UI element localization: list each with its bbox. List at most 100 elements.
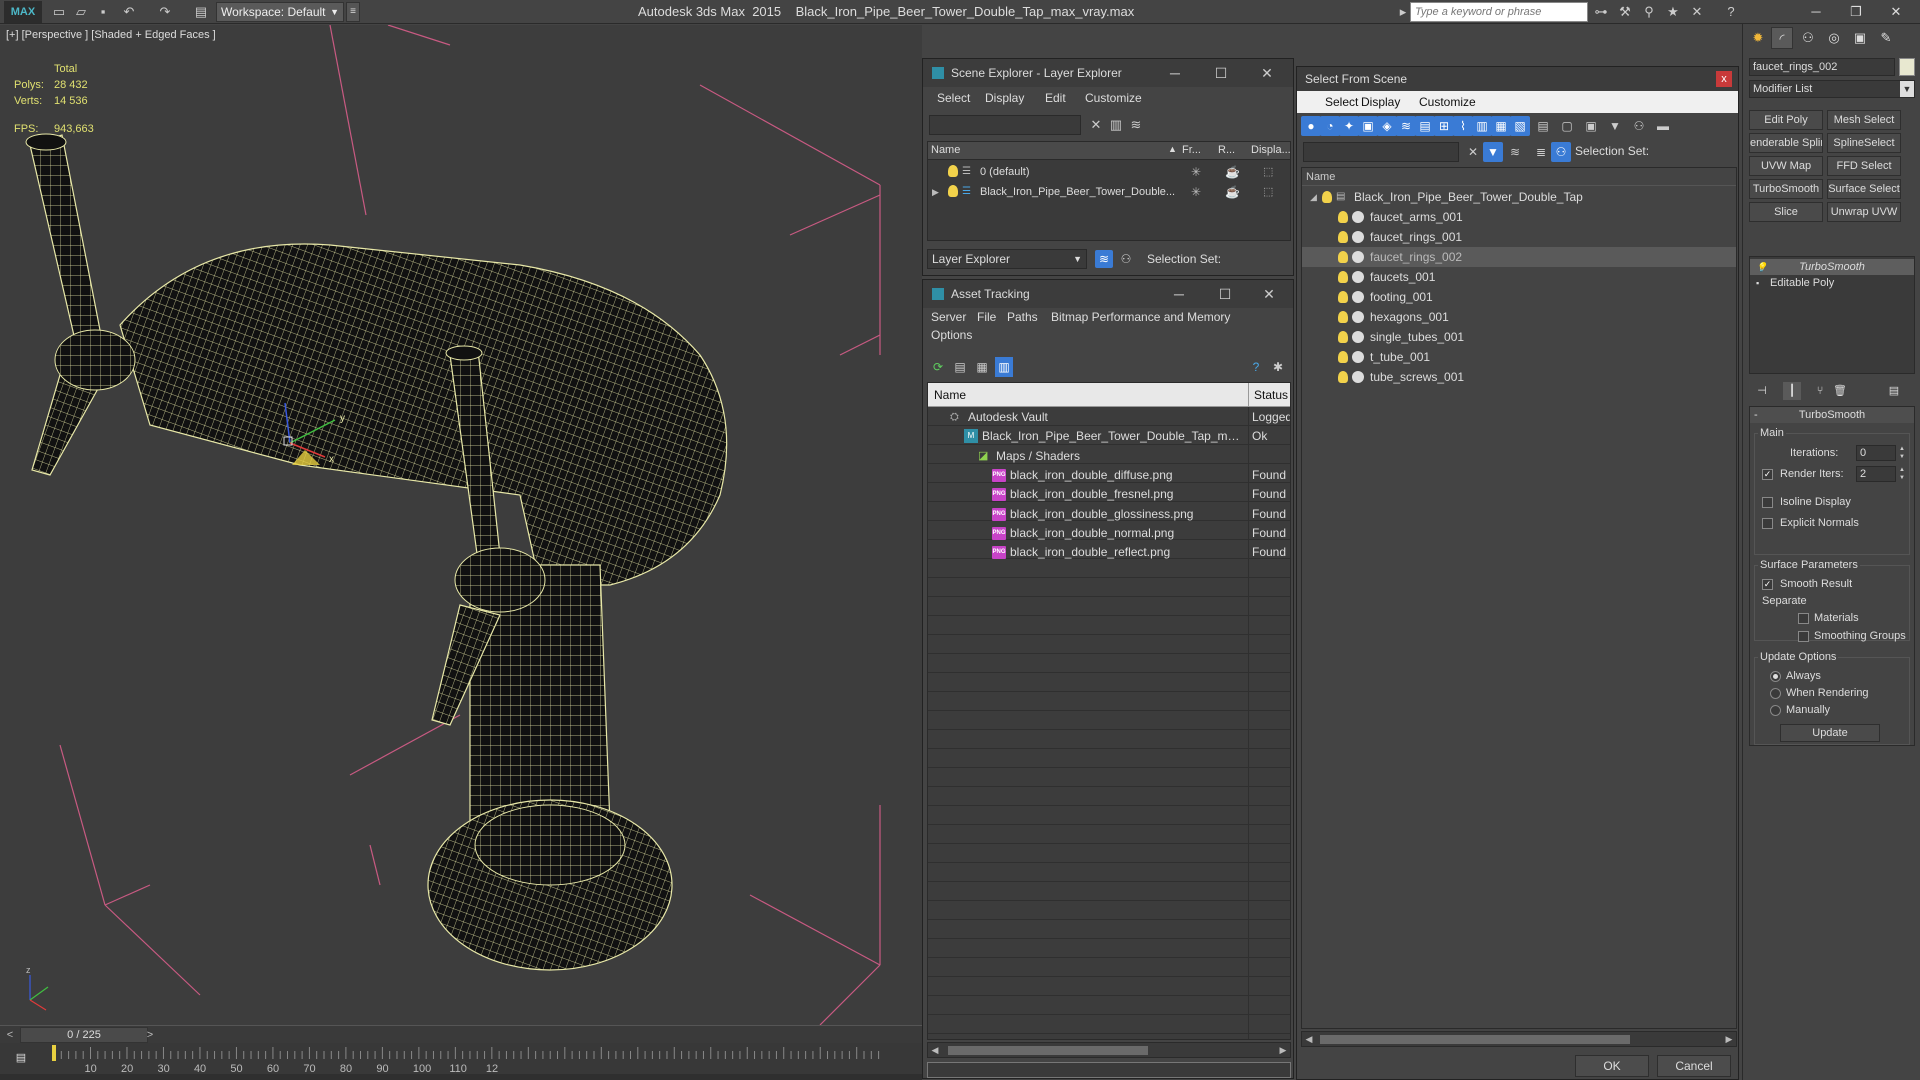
shapes-filter-icon[interactable]: ◔ [1320, 116, 1340, 136]
show-end-result-icon[interactable]: ┃ [1783, 382, 1801, 400]
object-name-field[interactable]: faucet_rings_002 [1749, 58, 1895, 76]
new-file-icon[interactable]: ▭ [50, 3, 68, 21]
menu-paths[interactable]: Paths [1007, 310, 1038, 324]
scroll-thumb[interactable] [1320, 1035, 1630, 1044]
list-item[interactable]: ◢ ▤ Black_Iron_Pipe_Beer_Tower_Double_Ta… [1302, 187, 1736, 207]
menu-select[interactable]: Select [937, 91, 970, 105]
render-iters-spinner[interactable]: 2 [1856, 466, 1896, 482]
manually-radio[interactable] [1770, 705, 1781, 716]
cancel-button[interactable]: Cancel [1657, 1055, 1731, 1077]
list-item[interactable]: t_tube_001 [1302, 347, 1736, 367]
save-file-icon[interactable]: ▪ [94, 3, 112, 21]
freeze-snowflake-icon[interactable]: ✳ [1191, 162, 1201, 182]
scene-explorer-window[interactable]: Scene Explorer - Layer Explorer ─ ☐ ✕ Se… [922, 58, 1294, 276]
spinner-arrows-icon[interactable]: ▲ ▼ [1898, 466, 1906, 482]
scene-explorer-search-input[interactable] [929, 115, 1081, 135]
smooth-result-checkbox[interactable]: ✓ [1762, 579, 1773, 590]
menu-select[interactable]: Select [1325, 95, 1358, 109]
spline-select-button[interactable]: SplineSelect [1827, 133, 1901, 153]
find-case-icon[interactable]: ▼ [1483, 142, 1503, 162]
close-icon[interactable]: ✕ [1247, 280, 1291, 308]
make-unique-icon[interactable]: ⑂ [1811, 382, 1829, 400]
redo-icon[interactable]: ↷ [156, 3, 174, 21]
asset-tracking-window[interactable]: Asset Tracking ─ ☐ ✕ Server File Paths B… [922, 279, 1294, 1079]
helpers-filter-icon[interactable]: ◈ [1377, 116, 1397, 136]
table-row[interactable]: PNG black_iron_double_diffuse.png Found [928, 466, 1290, 485]
menu-options[interactable]: Options [931, 328, 972, 342]
explicit-normals-checkbox[interactable] [1762, 518, 1773, 529]
column-divider[interactable] [1248, 383, 1249, 407]
app-logo[interactable]: MAX [4, 1, 42, 23]
display-tab-icon[interactable]: ▣ [1849, 27, 1871, 49]
always-radio[interactable] [1770, 671, 1781, 682]
table-row[interactable]: PNG black_iron_double_glossiness.png Found [928, 505, 1290, 524]
stack-item-turbosmooth[interactable]: 💡 TurboSmooth [1750, 259, 1914, 275]
refresh-icon[interactable]: ⟳ [929, 357, 947, 377]
spinner-arrows-icon[interactable]: ▲ ▼ [1898, 445, 1906, 461]
spacewarps-filter-icon[interactable]: ≋ [1396, 116, 1416, 136]
col-render[interactable]: R... [1218, 144, 1235, 156]
containers-filter-icon[interactable]: ▥ [1472, 116, 1492, 136]
sort-by-hierarchy-icon[interactable]: ⚇ [1117, 250, 1135, 268]
perspective-viewport[interactable]: [+] [Perspective ] [Shaded + Edged Faces… [0, 25, 922, 1025]
layer-row[interactable]: ☰ 0 (default) ✳ ☕ ⬚ [928, 162, 1290, 182]
configure-sets-icon[interactable]: ▤ [1885, 382, 1903, 400]
time-slider-next-icon[interactable]: > [142, 1027, 158, 1043]
restore-button[interactable]: ❐ [1836, 2, 1876, 22]
object-color-swatch[interactable] [1899, 58, 1915, 76]
layer-sort-icon[interactable]: ≣ [1531, 142, 1551, 162]
frozen-filter-icon[interactable]: ▦ [1491, 116, 1511, 136]
renderable-spline-button[interactable]: enderable Splir [1749, 133, 1823, 153]
cameras-filter-icon[interactable]: ▣ [1358, 116, 1378, 136]
select-from-scene-dialog[interactable]: Select From Scene x Select Display Customi… [1296, 66, 1739, 1080]
uvw-map-button[interactable]: UVW Map [1749, 156, 1823, 176]
utilities-tab-icon[interactable]: ✎ [1875, 27, 1897, 49]
select-all-icon[interactable]: ▤ [1533, 116, 1553, 136]
open-file-icon[interactable]: ▱ [72, 3, 90, 21]
turbosmooth-button[interactable]: TurboSmooth [1749, 179, 1823, 199]
settings-icon[interactable]: ✱ [1269, 357, 1287, 377]
curve-editor-icon[interactable]: ▤ [12, 1049, 30, 1067]
geometry-filter-icon[interactable]: ● [1301, 116, 1321, 136]
expand-arrow-icon[interactable]: ▶ [932, 182, 939, 202]
maximize-icon[interactable]: ☐ [1199, 59, 1243, 87]
time-slider[interactable]: < 0 / 225 > [0, 1025, 922, 1043]
modifier-list-dropdown[interactable]: Modifier List ▼ [1749, 80, 1915, 98]
pin-stack-icon[interactable]: ⊣ [1753, 382, 1771, 400]
lightbulb-icon[interactable] [1338, 331, 1348, 343]
list-horizontal-scrollbar[interactable]: ◀ ▶ [1301, 1031, 1737, 1047]
expand-plus-icon[interactable]: ▪ [1756, 278, 1766, 288]
search-input[interactable]: Type a keyword or phrase [1410, 2, 1588, 22]
subscription-icon[interactable]: ⚒ [1616, 3, 1634, 21]
current-frame-marker[interactable] [52, 1045, 56, 1061]
lightbulb-icon[interactable] [1338, 251, 1348, 263]
menu-file[interactable]: File [977, 310, 996, 324]
asset-path-field[interactable] [927, 1062, 1291, 1078]
menu-server[interactable]: Server [931, 310, 966, 324]
scroll-right-icon[interactable]: ▶ [1276, 1043, 1290, 1057]
xrefs-filter-icon[interactable]: ⊞ [1434, 116, 1454, 136]
menu-display[interactable]: Display [1361, 95, 1400, 109]
render-teapot-icon[interactable]: ☕ [1225, 182, 1240, 202]
table-row[interactable]: PNG black_iron_double_reflect.png Found [928, 543, 1290, 562]
lightbulb-icon[interactable] [1338, 271, 1348, 283]
groups-filter-icon[interactable]: ▤ [1415, 116, 1435, 136]
mesh-select-button[interactable]: Mesh Select [1827, 110, 1901, 130]
help-icon[interactable]: ? [1247, 357, 1265, 377]
list-item[interactable]: faucet_rings_002 [1302, 247, 1736, 267]
layer-row[interactable]: ▶ ☰ Black_Iron_Pipe_Beer_Tower_Double...… [928, 182, 1290, 202]
col-freeze[interactable]: Fr... [1182, 144, 1201, 156]
slice-button[interactable]: Slice [1749, 202, 1823, 222]
maximize-icon[interactable]: ☐ [1203, 280, 1247, 308]
layer-create-icon[interactable]: ≋ [1127, 115, 1145, 135]
clear-search-icon[interactable]: ✕ [1463, 142, 1483, 162]
motion-tab-icon[interactable]: ◎ [1823, 27, 1845, 49]
beer-tower-wireframe[interactable] [25, 133, 728, 971]
explorer-type-dropdown[interactable]: Layer Explorer ▼ [927, 249, 1087, 269]
filter-icon[interactable]: ▥ [1107, 115, 1125, 135]
lightbulb-icon[interactable] [1338, 311, 1348, 323]
remove-modifier-icon[interactable]: 🗑 [1831, 382, 1849, 400]
asset-tracking-titlebar[interactable]: Asset Tracking ─ ☐ ✕ [923, 280, 1293, 308]
table-row[interactable]: M Black_Iron_Pipe_Beer_Tower_Double_Tap_m… [928, 427, 1290, 446]
list-item[interactable]: hexagons_001 [1302, 307, 1736, 327]
